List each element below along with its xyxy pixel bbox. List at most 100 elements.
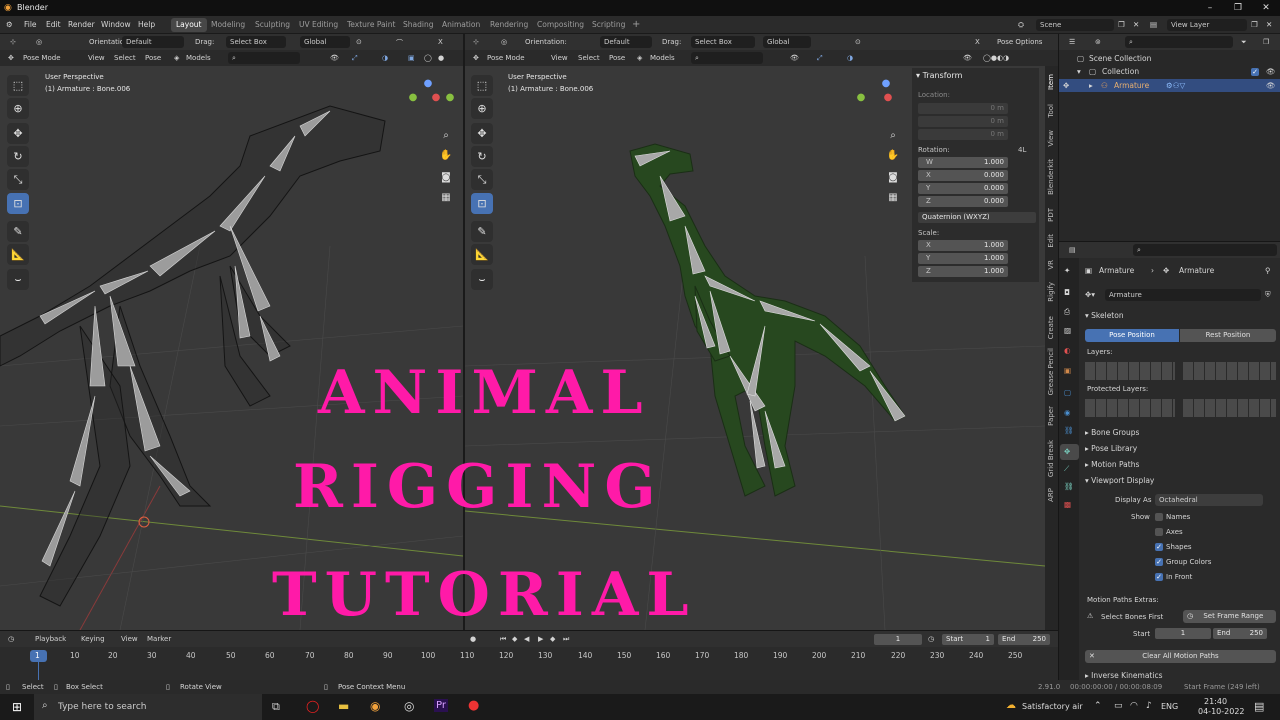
tab-vr[interactable]: VR <box>1047 260 1055 270</box>
tweak-tool-icon-right[interactable]: ⬚ <box>471 75 493 96</box>
pivot-icon-right[interactable]: ◎ <box>501 38 507 46</box>
pan-hand-icon-right[interactable]: ✋ <box>885 148 901 164</box>
mp-start-field[interactable]: 1 <box>1155 628 1211 639</box>
cursor-icon-right[interactable]: ⊹ <box>473 38 479 46</box>
tab-blenderkit[interactable]: Blenderkit <box>1047 159 1055 195</box>
collection-expand-icon[interactable]: ▾ <box>1077 67 1081 76</box>
tab-sculpting[interactable]: Sculpting <box>250 18 295 32</box>
tab-layout[interactable]: Layout <box>171 18 207 32</box>
models-menu-right[interactable]: Models <box>650 54 675 62</box>
shapes-check[interactable]: ✓ <box>1155 543 1163 551</box>
clock-time[interactable]: 21:40 <box>1204 697 1227 706</box>
pose-options-menu[interactable]: Pose Options <box>997 38 1042 46</box>
bone-constraints-icon[interactable]: ⛓ <box>1064 482 1074 491</box>
camera-icon-right[interactable]: ◙ <box>885 170 901 186</box>
scene-collection-label[interactable]: Scene Collection <box>1089 54 1151 63</box>
minimize-button[interactable]: – <box>1196 0 1224 16</box>
overlay-icon[interactable]: ◑ <box>382 54 388 62</box>
annotate-tool-icon[interactable]: ✎ <box>7 221 29 242</box>
menu-edit[interactable]: Edit <box>46 20 61 29</box>
snap-icon[interactable]: ⊙ <box>356 38 362 46</box>
scale-x-field[interactable]: 1.000 <box>918 240 1008 251</box>
maximize-button[interactable]: ❐ <box>1224 0 1252 16</box>
volume-icon[interactable]: ♪ <box>1146 701 1152 711</box>
notifications-icon[interactable]: ▤ <box>1254 700 1264 713</box>
network-icon[interactable]: ▭ <box>1114 701 1123 711</box>
show-group-colors-checkbox[interactable]: ✓ Group Colors <box>1155 558 1211 566</box>
snap-icon-right[interactable]: ⊙ <box>855 38 861 46</box>
tab-shading[interactable]: Shading <box>398 18 438 32</box>
armature-data-tab[interactable]: ✥ <box>1060 444 1079 460</box>
collection-label[interactable]: Collection <box>1102 67 1139 76</box>
delete-scene-icon[interactable]: ✕ <box>1133 20 1139 29</box>
pose-tool-icon[interactable]: ⌣ <box>7 269 29 290</box>
view-menu-right[interactable]: View <box>551 54 568 62</box>
blender-menu-icon[interactable]: ⚙ <box>6 20 13 29</box>
scene-properties-icon[interactable]: ◐ <box>1064 346 1071 355</box>
measure-tool-icon[interactable]: 📐 <box>7 244 29 265</box>
pose-tool-icon-right[interactable]: ⌣ <box>471 269 493 290</box>
tab-scripting[interactable]: Scripting <box>587 18 630 32</box>
texture-properties-icon[interactable]: ▩ <box>1064 500 1071 509</box>
timeline-end-field[interactable]: End 250 <box>998 634 1050 645</box>
timeline-view-menu[interactable]: View <box>121 635 138 643</box>
wireframe-shading-icon[interactable]: ◯ <box>424 54 432 62</box>
tab-item[interactable]: Item <box>1047 74 1055 90</box>
tab-modeling[interactable]: Modeling <box>206 18 250 32</box>
pose-menu[interactable]: Pose <box>145 54 161 62</box>
armature-expand-icon[interactable]: ▸ <box>1089 81 1093 90</box>
data-block-icon[interactable]: ✥▾ <box>1085 290 1095 299</box>
tab-arp[interactable]: ARP <box>1047 488 1055 502</box>
taskbar-search-box[interactable]: ⌕ Type here to search <box>34 694 262 720</box>
select-menu-right[interactable]: Select <box>578 54 600 62</box>
cursor-icon[interactable]: ⊹ <box>10 38 16 46</box>
location-z-field[interactable]: 0 m <box>918 129 1008 140</box>
rotation-mode-dropdown[interactable]: Quaternion (WXYZ) <box>918 212 1036 223</box>
new-collection-icon[interactable]: ❐ <box>1263 38 1269 46</box>
menu-render[interactable]: Render <box>68 20 95 29</box>
armature-label[interactable]: Armature <box>1114 81 1149 90</box>
rotate-tool-icon[interactable]: ↻ <box>7 146 29 167</box>
task-view-icon[interactable]: ⧉ <box>272 700 280 714</box>
delete-view-layer-icon[interactable]: ✕ <box>1266 20 1272 29</box>
display-as-dropdown[interactable]: Octahedral <box>1155 494 1263 506</box>
axes-check[interactable] <box>1155 528 1163 536</box>
blender-taskbar-icon[interactable]: ◉ <box>370 699 380 713</box>
tab-paper[interactable]: Paper <box>1047 406 1055 426</box>
add-workspace-button[interactable]: + <box>627 18 645 32</box>
nav-gizmo-y-icon[interactable]: ● <box>405 90 421 106</box>
solid-shading-icon[interactable]: ● <box>438 54 444 62</box>
pin-icon[interactable]: ⚲ <box>1265 266 1271 275</box>
select-menu[interactable]: Select <box>114 54 136 62</box>
layers-grid-left[interactable] <box>1085 362 1175 380</box>
gizmo-icon-right[interactable]: ⤢ <box>817 54 823 63</box>
constraints-properties-icon[interactable]: ⛓ <box>1064 426 1074 435</box>
rotation-z-field[interactable]: 0.000 <box>918 196 1008 207</box>
obs-icon[interactable]: ◎ <box>404 699 414 713</box>
armature-visibility-icon[interactable]: 👁 <box>1266 81 1276 90</box>
right-3d-viewport[interactable]: User Perspective (1) Armature : Bone.006… <box>465 66 1045 630</box>
physics-properties-icon[interactable]: ◉ <box>1064 408 1071 417</box>
properties-search[interactable]: ⌕ <box>1133 244 1277 256</box>
x-mirror-icon[interactable]: X <box>438 38 443 46</box>
transform-tool-icon-right[interactable]: ⊡ <box>471 193 493 214</box>
collection-checkbox[interactable]: ✓ <box>1251 67 1262 76</box>
render-properties-icon[interactable]: ◘ <box>1064 288 1070 297</box>
scene-selector[interactable]: Scene <box>1036 19 1114 31</box>
tab-rigify[interactable]: Rigify <box>1047 282 1055 302</box>
tray-overflow-icon[interactable]: ⌃ <box>1094 701 1102 711</box>
jump-start-icon[interactable]: ⏮ <box>500 635 506 644</box>
tab-grid-break[interactable]: Grid Break <box>1047 440 1055 477</box>
nav-gizmo-y-neg-icon[interactable]: ● <box>442 90 458 106</box>
tab-tool[interactable]: Tool <box>1047 104 1055 118</box>
pan-hand-icon[interactable]: ✋ <box>438 148 454 164</box>
tab-uv-editing[interactable]: UV Editing <box>294 18 343 32</box>
menu-window[interactable]: Window <box>101 20 131 29</box>
marker-menu[interactable]: Marker <box>147 635 171 643</box>
tab-animation[interactable]: Animation <box>437 18 485 32</box>
clear-motion-paths-button[interactable]: ✕ Clear All Motion Paths <box>1085 650 1276 663</box>
transform-tool-icon[interactable]: ⊡ <box>7 193 29 214</box>
menu-file[interactable]: File <box>24 20 37 29</box>
timeline-editor-icon[interactable]: ◷ <box>8 635 14 643</box>
opera-icon[interactable]: ◯ <box>306 699 319 713</box>
